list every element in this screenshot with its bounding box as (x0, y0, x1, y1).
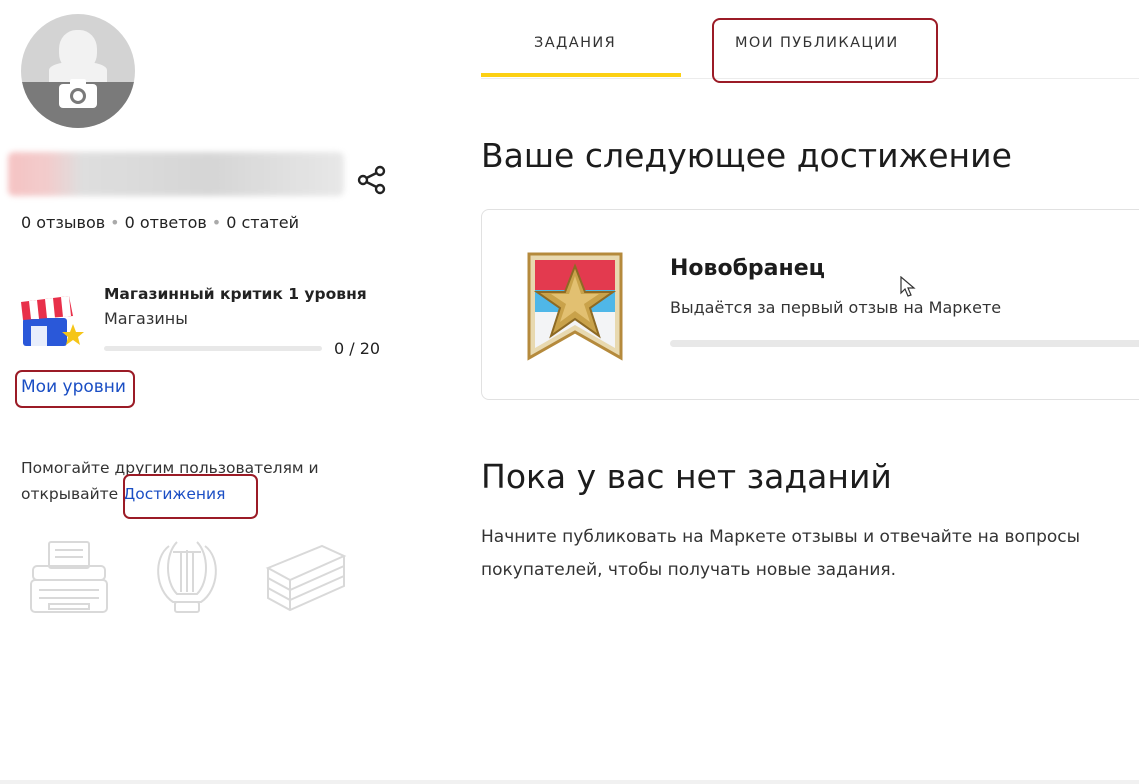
my-levels-link[interactable]: Мои уровни (21, 377, 126, 397)
profile-stats: 0 отзывов • 0 ответов • 0 статей (21, 213, 299, 232)
next-achievement-heading: Ваше следующее достижение (481, 136, 1012, 175)
lyre-icon (157, 541, 217, 613)
my-publications-highlight (712, 18, 938, 83)
achievements-highlight (123, 474, 258, 519)
achievement-progress-bar (670, 340, 1139, 347)
user-name-blurred (8, 152, 344, 196)
no-tasks-heading: Пока у вас нет заданий (481, 457, 892, 496)
shop-critic-icon (21, 296, 84, 346)
achievement-title: Новобранец (670, 256, 825, 281)
bottom-strip (0, 780, 1139, 784)
articles-count: 0 статей (226, 213, 299, 232)
stats-separator: • (110, 213, 120, 232)
tab-tasks[interactable]: ЗАДАНИЯ (534, 35, 616, 51)
active-tab-indicator (481, 73, 681, 77)
avatar[interactable] (21, 14, 135, 128)
level-progress-text: 0 / 20 (334, 339, 381, 358)
camera-icon[interactable] (57, 78, 99, 110)
books-icon (265, 544, 347, 612)
stats-separator: • (211, 213, 222, 232)
level-progress-bar (104, 346, 322, 351)
answers-count: 0 ответов (124, 213, 207, 232)
mouse-cursor-icon (900, 276, 916, 297)
typewriter-icon (30, 541, 108, 613)
level-title: Магазинный критик 1 уровня (104, 285, 367, 303)
star-ribbon-badge-icon (527, 252, 623, 361)
level-category: Магазины (104, 309, 188, 328)
share-icon[interactable] (356, 164, 388, 196)
achievement-description: Выдаётся за первый отзыв на Маркете (670, 298, 1002, 317)
no-tasks-text: Начните публиковать на Маркете отзывы и … (481, 527, 1081, 580)
reviews-count: 0 отзывов (21, 213, 106, 232)
